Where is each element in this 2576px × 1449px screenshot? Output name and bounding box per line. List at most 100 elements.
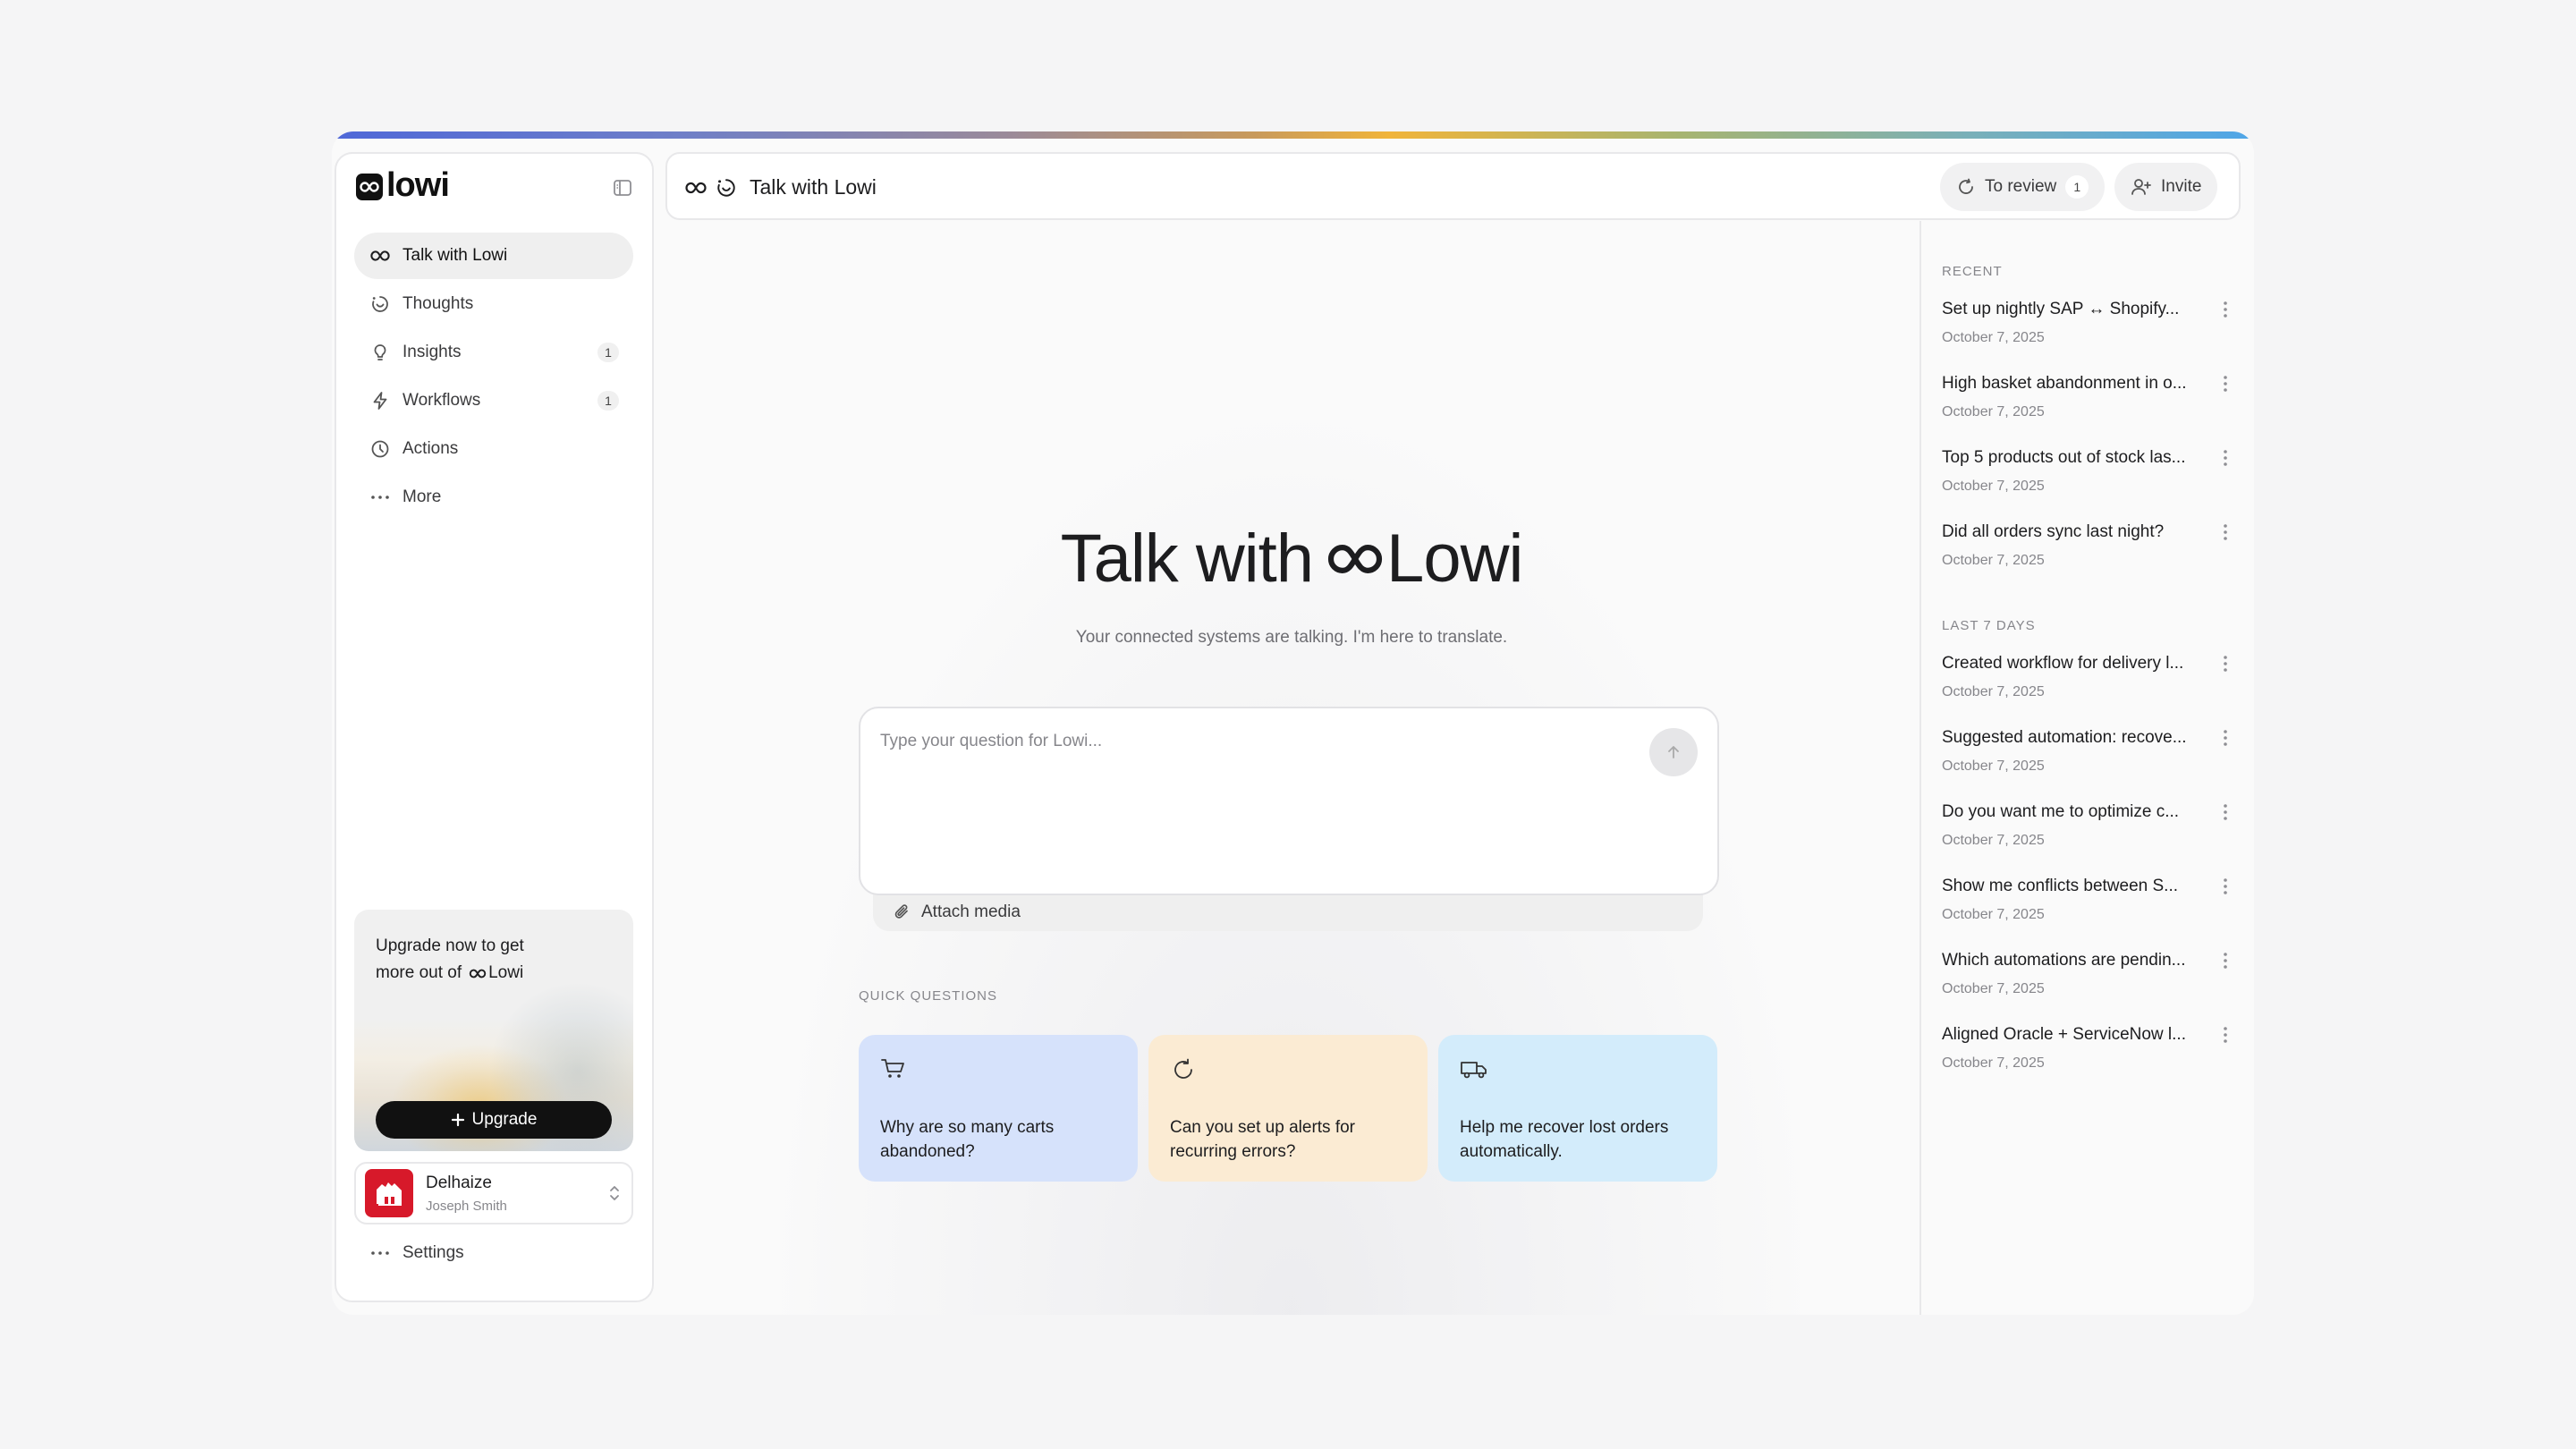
sidebar-item-more[interactable]: More [354,474,633,521]
quick-question-text: Help me recover lost orders automaticall… [1460,1118,1669,1161]
history-item-title: Show me conflicts between S... [1942,877,2179,895]
attach-media-label: Attach media [921,902,1021,921]
history-item[interactable]: Created workflow for delivery l... Octob… [1942,654,2237,716]
history-item-date: October 7, 2025 [1942,330,2045,345]
history-item[interactable]: Suggested automation: recove... October … [1942,728,2237,791]
history-item-title: Suggested automation: recove... [1942,728,2187,747]
to-review-label: To review [1985,177,2057,196]
upgrade-button[interactable]: Upgrade [376,1101,612,1139]
to-review-count-badge: 1 [2065,175,2089,199]
history-item-title: Do you want me to optimize c... [1942,802,2180,821]
upgrade-brand: Lowi [469,960,523,987]
more-dots-icon [370,1250,390,1256]
sidebar-item-insights[interactable]: Insights 1 [354,329,633,376]
history-item[interactable]: High basket abandonment in o... October … [1942,374,2237,436]
paperclip-icon [893,902,912,922]
hero-title-brand: Lowi [1386,521,1523,597]
history-section-last-7-days: LAST 7 DAYS [1942,618,2036,633]
sidebar-collapse-icon[interactable] [613,178,632,198]
question-input[interactable] [880,732,1614,751]
hero-title: Talk with Lowi [665,520,1918,597]
logo-text: lowi [386,166,450,204]
quick-question-card[interactable]: Help me recover lost orders automaticall… [1438,1035,1717,1182]
kebab-menu-icon[interactable] [2223,374,2228,394]
history-item[interactable]: Do you want me to optimize c... October … [1942,802,2237,865]
kebab-menu-icon[interactable] [2223,654,2228,674]
history-item-date: October 7, 2025 [1942,479,2045,494]
upgrade-brand-label: Lowi [488,963,524,982]
sidebar-item-workflows[interactable]: Workflows 1 [354,377,633,424]
delhaize-logo-icon [365,1169,413,1217]
sidebar-item-label: Actions [402,439,459,458]
top-header: Talk with Lowi To review 1 Invite [665,152,2241,220]
history-item-title: Set up nightly SAP ↔ Shopify... [1942,300,2180,318]
sidebar-item-label: Talk with Lowi [402,246,508,265]
workflows-count-badge: 1 [597,391,619,411]
history-item[interactable]: Aligned Oracle + ServiceNow l... October… [1942,1025,2237,1088]
history-item-title: Top 5 products out of stock las... [1942,448,2186,467]
sidebar-nav: Talk with Lowi Thoughts Insights 1 Workf… [354,233,633,522]
upgrade-button-label: Upgrade [471,1110,538,1129]
history-item[interactable]: Did all orders sync last night? October … [1942,522,2237,585]
question-composer [859,707,1719,895]
kebab-menu-icon[interactable] [2223,951,2228,970]
app-window: lowi Talk with Lowi Thoughts Insights 1 … [332,131,2254,1315]
quick-questions-label: QUICK QUESTIONS [859,988,998,1004]
kebab-menu-icon[interactable] [2223,448,2228,468]
thoughts-icon [370,294,390,314]
history-item-date: October 7, 2025 [1942,758,2045,774]
account-user: Joseph Smith [426,1198,507,1214]
history-item-title: Did all orders sync last night? [1942,522,2165,541]
upgrade-text: Upgrade now to get more out of Lowi [376,933,572,987]
kebab-menu-icon[interactable] [2223,300,2228,319]
add-user-icon [2131,177,2152,197]
history-item-date: October 7, 2025 [1942,1055,2045,1071]
history-item[interactable]: Set up nightly SAP ↔ Shopify... October … [1942,300,2237,362]
history-item[interactable]: Show me conflicts between S... October 7… [1942,877,2237,939]
invite-label: Invite [2161,177,2202,196]
sidebar-item-label: More [402,487,442,506]
kebab-menu-icon[interactable] [2223,802,2228,822]
clock-icon [370,439,390,459]
kebab-menu-icon[interactable] [2223,728,2228,748]
main-content: Talk with Lowi Your connected systems ar… [665,221,1918,1315]
kebab-menu-icon[interactable] [2223,522,2228,542]
quick-question-card[interactable]: Can you set up alerts for recurring erro… [1148,1035,1428,1182]
cart-icon [881,1059,904,1078]
settings-link[interactable]: Settings [370,1243,464,1263]
to-review-button[interactable]: To review 1 [1940,163,2106,211]
bolt-icon [370,391,390,411]
kebab-menu-icon[interactable] [2223,877,2228,896]
history-panel: RECENT Set up nightly SAP ↔ Shopify... O… [1919,221,2254,1315]
hero-subtitle: Your connected systems are talking. I'm … [1075,628,1508,647]
upgrade-text-line2: more out of [376,963,462,982]
sidebar-item-talk-with-lowi[interactable]: Talk with Lowi [354,233,633,279]
sidebar-item-thoughts[interactable]: Thoughts [354,281,633,327]
review-icon [1956,177,1976,197]
infinity-icon [469,969,487,978]
quick-question-text: Can you set up alerts for recurring erro… [1170,1118,1355,1161]
logo[interactable]: lowi [356,168,450,202]
refresh-icon [1174,1058,1192,1079]
more-dots-icon [370,487,390,507]
history-item-date: October 7, 2025 [1942,404,2045,419]
plus-icon [451,1113,464,1127]
send-button[interactable] [1649,728,1698,776]
history-item-date: October 7, 2025 [1942,907,2045,922]
account-switcher[interactable]: Delhaize Joseph Smith [354,1162,633,1224]
history-item[interactable]: Which automations are pendin... October … [1942,951,2237,1013]
history-item-date: October 7, 2025 [1942,833,2045,848]
kebab-menu-icon[interactable] [2223,1025,2228,1045]
history-item-title: Which automations are pendin... [1942,951,2186,970]
quick-question-text: Why are so many carts abandoned? [880,1118,1055,1161]
upgrade-card: Upgrade now to get more out of Lowi Upgr… [354,910,633,1151]
sidebar-item-actions[interactable]: Actions [354,426,633,472]
header-title-group: Talk with Lowi [685,175,877,199]
hero-title-prefix: Talk with [1060,521,1314,597]
invite-button[interactable]: Invite [2114,163,2218,211]
arrow-up-icon [1668,746,1679,758]
account-names: Delhaize Joseph Smith [426,1174,507,1214]
history-item[interactable]: Top 5 products out of stock las... Octob… [1942,448,2237,511]
lightbulb-icon [370,343,390,362]
quick-question-card[interactable]: Why are so many carts abandoned? [859,1035,1138,1182]
